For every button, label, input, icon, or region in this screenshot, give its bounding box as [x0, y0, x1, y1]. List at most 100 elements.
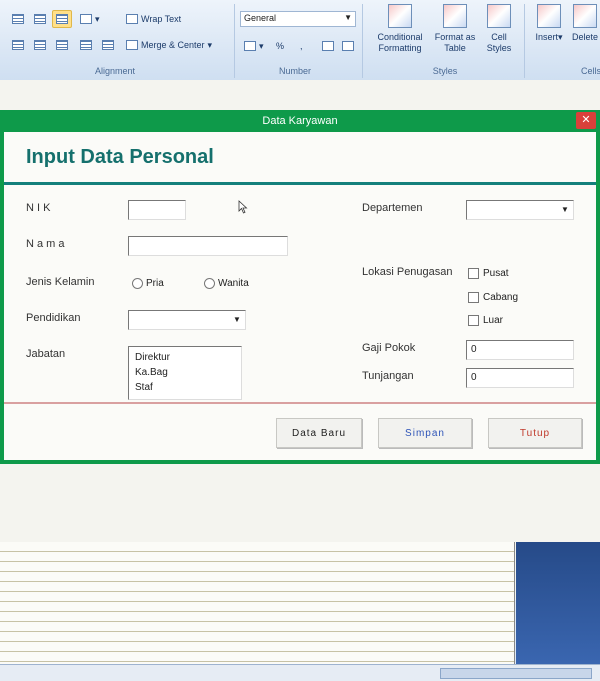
percent-style-button[interactable]: % — [272, 37, 288, 55]
checkbox-luar[interactable]: Luar — [468, 315, 503, 326]
ribbon-separator — [234, 4, 235, 78]
increase-indent-button[interactable] — [98, 36, 118, 54]
conditional-formatting-label: Conditional Formatting — [377, 32, 423, 53]
nik-label: N I K — [26, 202, 51, 214]
align-right-button[interactable] — [52, 36, 72, 54]
checkbox-luar-label: Luar — [483, 315, 504, 326]
nama-label: N a m a — [26, 238, 65, 250]
conditional-formatting-button[interactable]: Conditional Formatting — [370, 4, 430, 64]
tutup-button[interactable]: Tutup — [488, 418, 582, 448]
checkbox-cabang[interactable]: Cabang — [468, 292, 518, 303]
checkbox-pusat-label: Pusat — [483, 268, 509, 279]
increase-decimal-button[interactable] — [318, 37, 338, 55]
chevron-down-icon: ▼ — [344, 13, 352, 22]
merge-center-label: Merge & Center — [141, 40, 205, 50]
checkbox-icon — [468, 315, 479, 326]
radio-wanita[interactable]: Wanita — [204, 278, 249, 289]
percent-label: % — [276, 41, 285, 51]
mouse-cursor-icon — [238, 200, 248, 214]
radio-circle-icon — [132, 278, 143, 289]
dialog-title: Data Karyawan — [262, 115, 338, 127]
align-top-icon — [12, 14, 24, 24]
close-icon[interactable]: ✕ — [576, 112, 596, 129]
heading-divider — [4, 182, 596, 185]
worksheet-rows — [0, 542, 515, 664]
tunjangan-input[interactable]: 0 — [466, 368, 574, 388]
cell-styles-icon — [487, 4, 511, 28]
align-left-button[interactable] — [8, 36, 28, 54]
form-heading: Input Data Personal — [26, 146, 214, 168]
lokasi-penugasan-label: Lokasi Penugasan — [362, 266, 453, 278]
accounting-format-button[interactable]: ▾ — [240, 37, 268, 55]
delete-cells-button[interactable]: Delete — [570, 4, 600, 64]
align-top-button[interactable] — [8, 10, 28, 28]
decrease-indent-icon — [80, 40, 92, 50]
merge-center-button[interactable]: Merge & Center ▾ — [122, 36, 216, 54]
radio-pria-label: Pria — [146, 278, 164, 289]
align-middle-icon — [34, 14, 46, 24]
align-bottom-icon — [56, 14, 68, 24]
ribbon-separator — [524, 4, 525, 78]
horizontal-scrollbar[interactable] — [0, 664, 600, 681]
list-item[interactable]: Direktur — [135, 350, 235, 365]
dialog-body: Input Data Personal N I K N a m a Jenis … — [4, 132, 596, 460]
wrap-text-label: Wrap Text — [141, 14, 182, 24]
jabatan-listbox[interactable]: Direktur Ka.Bag Staf — [128, 346, 242, 400]
button-divider — [4, 402, 596, 404]
gaji-pokok-input[interactable]: 0 — [466, 340, 574, 360]
format-as-table-icon — [443, 4, 467, 28]
nik-input[interactable] — [128, 200, 186, 220]
styles-group-label: Styles — [432, 66, 458, 76]
chevron-down-icon: ▼ — [561, 205, 569, 214]
scrollbar-thumb[interactable] — [440, 668, 592, 679]
simpan-button[interactable]: Simpan — [378, 418, 472, 448]
excel-ribbon: ▾ Wrap Text Merge & Center ▾ Alignment Ge… — [0, 0, 600, 81]
list-item[interactable]: Ka.Bag — [135, 365, 235, 380]
wrap-text-button[interactable]: Wrap Text — [122, 10, 185, 28]
delete-label: Delete — [571, 32, 598, 42]
comma-style-button[interactable]: , — [296, 37, 307, 55]
gaji-pokok-label: Gaji Pokok — [362, 342, 416, 354]
decrease-indent-button[interactable] — [76, 36, 96, 54]
increase-decimal-icon — [322, 41, 334, 51]
checkbox-cabang-label: Cabang — [483, 292, 519, 303]
radio-pria[interactable]: Pria — [132, 278, 164, 289]
insert-cells-button[interactable]: Insert▾ — [530, 4, 568, 64]
wrap-text-icon — [126, 14, 138, 24]
align-center-icon — [34, 40, 46, 50]
radio-circle-icon — [204, 278, 215, 289]
alignment-group-label: Alignment — [94, 66, 136, 76]
data-karyawan-dialog: Data Karyawan ✕ Input Data Personal N I … — [0, 110, 600, 464]
data-baru-button[interactable]: Data Baru — [276, 418, 362, 448]
align-center-button[interactable] — [30, 36, 50, 54]
align-right-icon — [56, 40, 68, 50]
align-left-icon — [12, 40, 24, 50]
insert-cells-icon — [537, 4, 561, 28]
decrease-decimal-button[interactable] — [338, 37, 358, 55]
checkbox-pusat[interactable]: Pusat — [468, 268, 509, 279]
side-panel — [516, 542, 600, 664]
cell-styles-label: Cell Styles — [486, 32, 512, 53]
orientation-icon — [80, 14, 92, 24]
align-bottom-button[interactable] — [52, 10, 72, 28]
format-as-table-label: Format as Table — [434, 32, 476, 53]
departemen-dropdown[interactable]: ▼ — [466, 200, 574, 220]
number-format-value: General — [244, 13, 277, 23]
pendidikan-dropdown[interactable]: ▼ — [128, 310, 246, 330]
ribbon-separator — [362, 4, 363, 78]
align-middle-button[interactable] — [30, 10, 50, 28]
tunjangan-label: Tunjangan — [362, 370, 414, 382]
list-item[interactable]: Staf — [135, 380, 235, 395]
number-format-combo[interactable]: General ▼ — [240, 11, 356, 27]
cell-styles-button[interactable]: Cell Styles — [478, 4, 520, 64]
format-as-table-button[interactable]: Format as Table — [432, 4, 478, 64]
nama-input[interactable] — [128, 236, 288, 256]
checkbox-icon — [468, 268, 479, 279]
radio-wanita-label: Wanita — [218, 278, 249, 289]
checkbox-icon — [468, 292, 479, 303]
merge-center-icon — [126, 40, 138, 50]
orientation-button[interactable]: ▾ — [76, 10, 104, 28]
jabatan-label: Jabatan — [26, 348, 66, 360]
delete-cells-icon — [573, 4, 597, 28]
insert-label: Insert — [535, 32, 558, 42]
